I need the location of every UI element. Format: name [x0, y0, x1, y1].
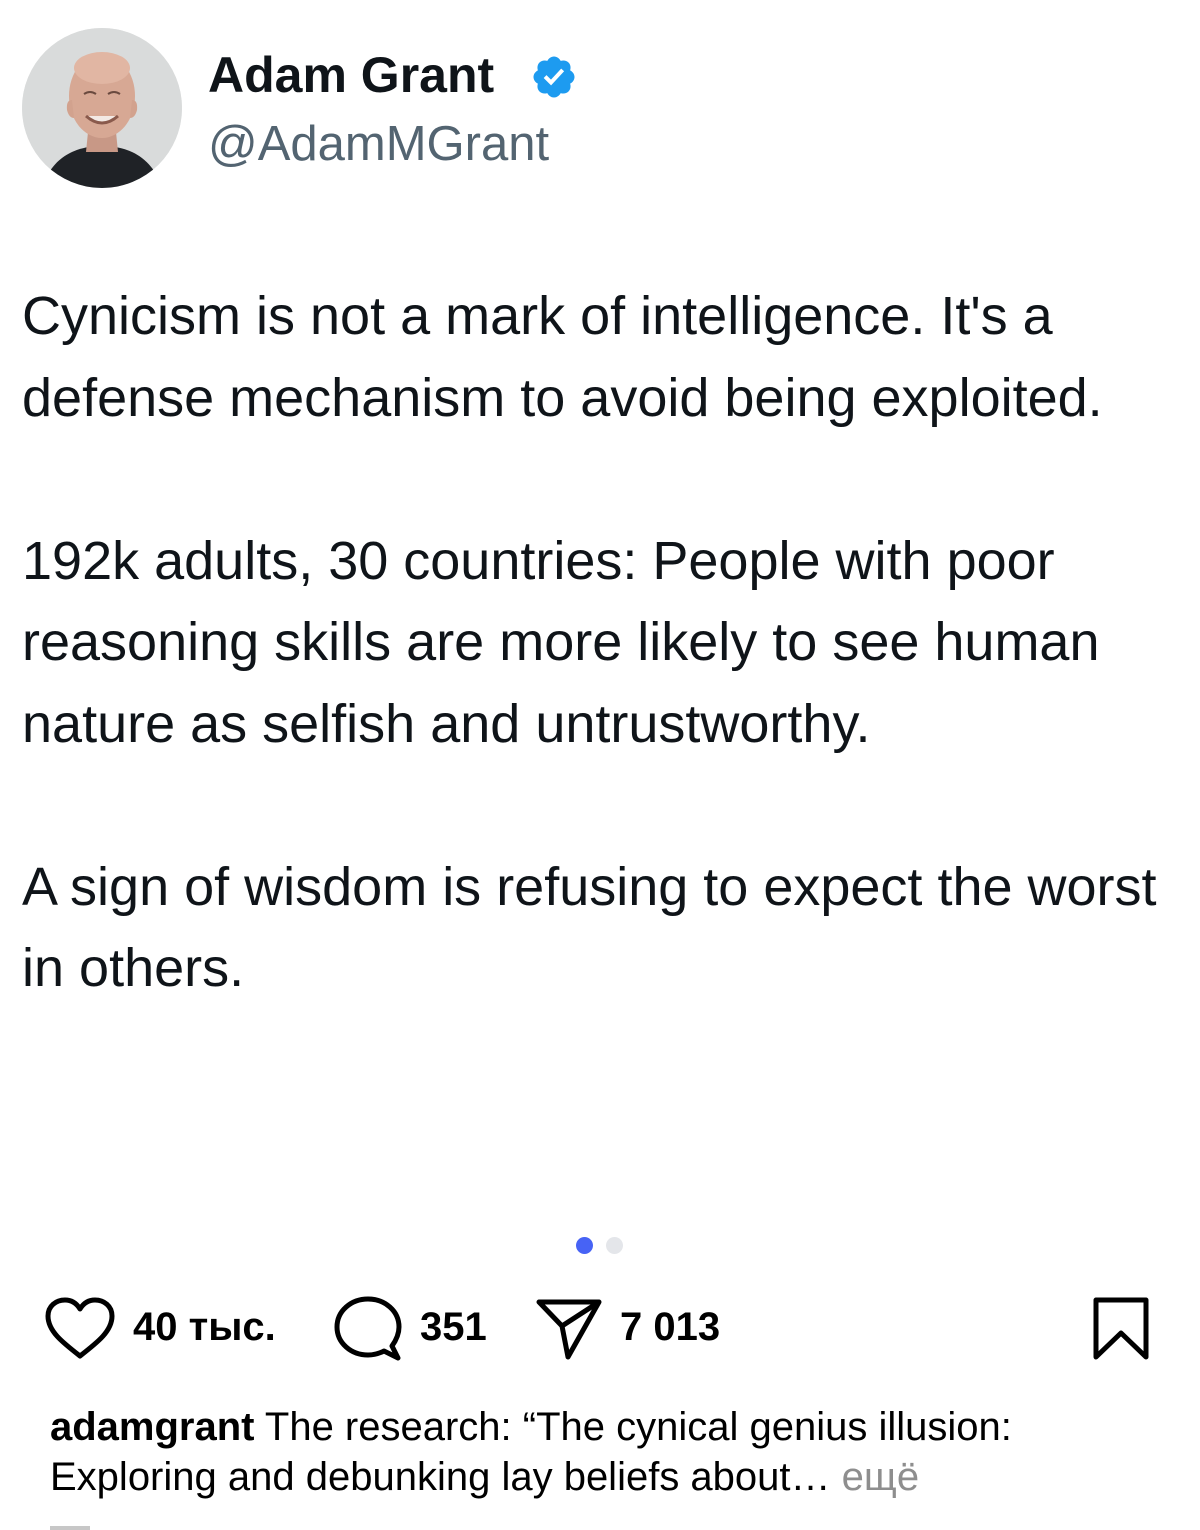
- comment-count[interactable]: 351: [420, 1303, 487, 1351]
- tweet-paragraph: Cynicism is not a mark of intelligence. …: [22, 286, 1103, 428]
- action-bar: 40 тыс. 351 7 013: [0, 1288, 1200, 1368]
- caption-more-link[interactable]: ещё: [842, 1455, 919, 1499]
- author-name[interactable]: Adam Grant: [208, 44, 494, 106]
- paper-plane-icon[interactable]: [535, 1297, 603, 1361]
- post-caption: adamgrant The research: “The cynical gen…: [50, 1402, 1170, 1502]
- carousel-pager: [576, 1237, 623, 1255]
- carousel-dot: [606, 1237, 623, 1254]
- clipped-next-line: [50, 1518, 310, 1530]
- post-image[interactable]: Adam Grant @AdamMGrant Cynicism is not a…: [0, 0, 1200, 1215]
- comment-bubble-icon[interactable]: [334, 1296, 402, 1364]
- author-handle[interactable]: @AdamMGrant: [208, 114, 549, 174]
- share-count[interactable]: 7 013: [620, 1303, 720, 1351]
- avatar[interactable]: [22, 28, 182, 188]
- bookmark-icon[interactable]: [1092, 1297, 1152, 1361]
- tweet-paragraph: A sign of wisdom is refusing to expect t…: [22, 856, 1157, 999]
- carousel-dot-active: [576, 1237, 593, 1254]
- avatar-photo: [22, 28, 182, 188]
- heart-icon[interactable]: [44, 1297, 116, 1361]
- tweet-text: Cynicism is not a mark of intelligence. …: [22, 276, 1192, 1010]
- tweet-paragraph: 192k adults, 30 countries: People with p…: [22, 530, 1100, 754]
- caption-username[interactable]: adamgrant: [50, 1405, 255, 1449]
- like-count[interactable]: 40 тыс.: [133, 1303, 276, 1351]
- verified-badge-icon: [530, 53, 578, 101]
